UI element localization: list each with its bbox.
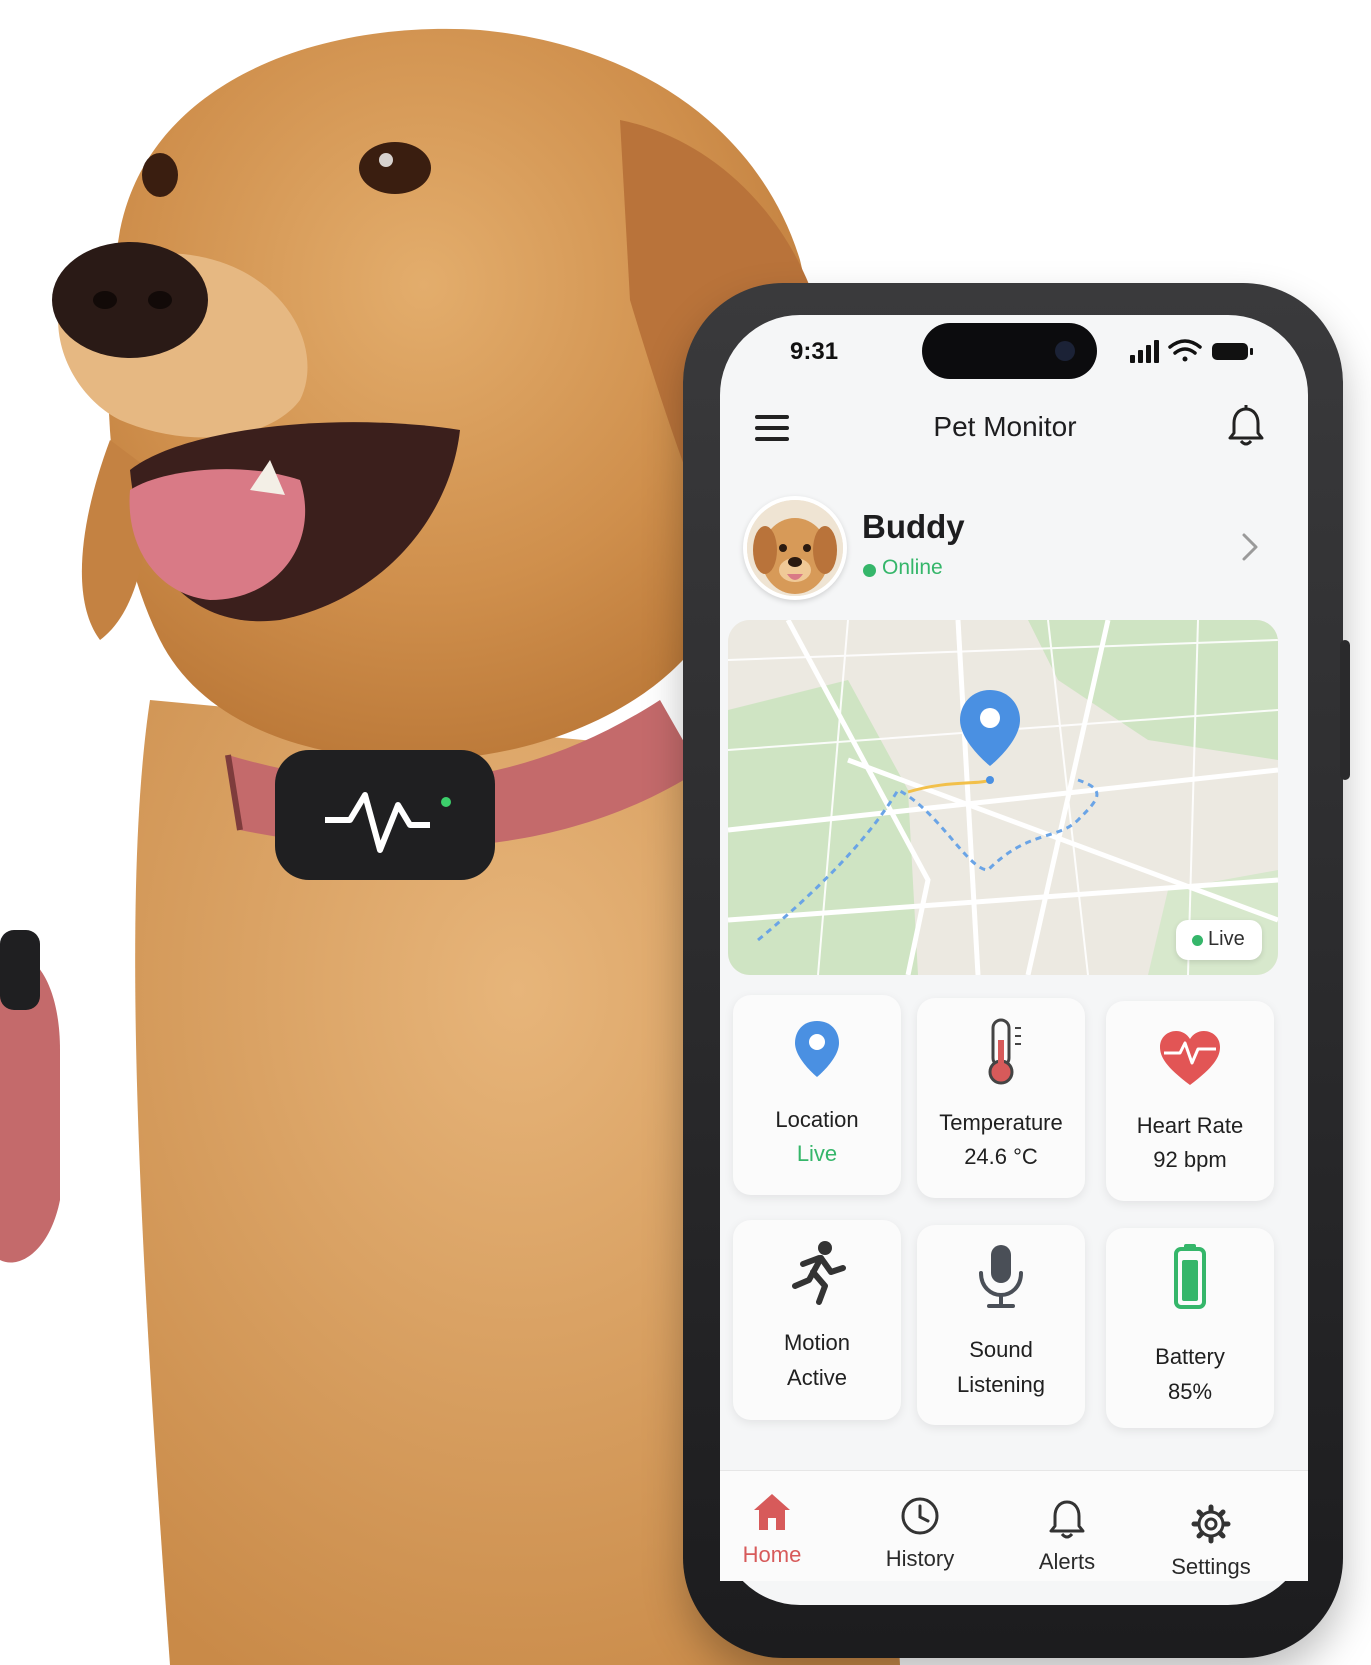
nav-home[interactable]: Home — [712, 1490, 832, 1590]
tile-heart-rate[interactable]: Heart Rate 92 bpm — [1106, 1001, 1274, 1201]
tile-heart-rate-value: 92 bpm — [1153, 1147, 1227, 1172]
tile-sound[interactable]: Sound Listening — [917, 1225, 1085, 1425]
thermometer-icon — [988, 1018, 1021, 1085]
nav-alerts[interactable]: Alerts — [1007, 1497, 1127, 1597]
clock-icon — [901, 1497, 939, 1535]
page-title: Pet Monitor — [933, 411, 1077, 442]
bell-icon — [1049, 1500, 1085, 1539]
menu-icon[interactable] — [755, 413, 791, 443]
tile-motion[interactable]: Motion Active — [733, 1220, 901, 1420]
tile-temperature-label: Temperature — [939, 1110, 1063, 1135]
nav-history-label: History — [885, 1546, 955, 1571]
heart-rate-icon — [1160, 1031, 1220, 1085]
tile-battery-label: Battery — [1155, 1344, 1225, 1369]
tile-motion-label: Motion — [783, 1330, 851, 1355]
status-time: 9:31 — [790, 338, 839, 365]
microphone-icon — [979, 1245, 1023, 1308]
chevron-right-icon[interactable] — [1240, 532, 1260, 562]
gear-icon — [1191, 1504, 1231, 1544]
dynamic-island — [922, 323, 1097, 379]
tile-location-value: Live — [796, 1141, 838, 1166]
tile-sound-value: Listening — [956, 1372, 1046, 1397]
nav-settings[interactable]: Settings — [1151, 1502, 1271, 1602]
tile-location[interactable]: Location Live — [733, 995, 901, 1195]
nav-history[interactable]: History — [860, 1494, 980, 1594]
tile-location-label: Location — [775, 1107, 859, 1132]
online-status-dot — [863, 564, 876, 577]
signal-icon — [1130, 340, 1159, 363]
pet-status: Online — [882, 556, 943, 579]
tile-temperature-value: 24.6 °C — [964, 1144, 1038, 1169]
live-badge: Live — [1176, 920, 1262, 960]
nav-settings-label: Settings — [1171, 1554, 1251, 1579]
home-icon — [754, 1494, 790, 1530]
pet-name: Buddy — [862, 508, 965, 545]
live-badge-label: Live — [1208, 928, 1245, 950]
battery-status-icon — [1212, 343, 1253, 360]
nav-home-label: Home — [742, 1542, 802, 1567]
tile-heart-rate-label: Heart Rate — [1136, 1113, 1244, 1138]
camera-icon — [1055, 341, 1075, 361]
tile-sound-label: Sound — [969, 1337, 1033, 1362]
nav-alerts-label: Alerts — [1038, 1549, 1096, 1574]
phone-side-button — [1340, 640, 1350, 780]
notifications-bell-icon[interactable] — [1228, 405, 1264, 449]
tile-motion-value: Active — [787, 1365, 847, 1390]
live-dot — [1192, 935, 1203, 946]
running-icon — [792, 1241, 846, 1305]
tile-battery[interactable]: Battery 85% — [1106, 1228, 1274, 1428]
avatar — [743, 496, 847, 600]
battery-icon — [1174, 1244, 1206, 1309]
map-pin-icon — [795, 1021, 839, 1077]
wifi-icon — [1168, 339, 1202, 362]
dog-avatar-icon — [747, 500, 843, 596]
status-icons — [1130, 339, 1253, 363]
tile-temperature[interactable]: Temperature 24.6 °C — [917, 998, 1085, 1198]
tile-battery-value: 85% — [1167, 1379, 1213, 1404]
